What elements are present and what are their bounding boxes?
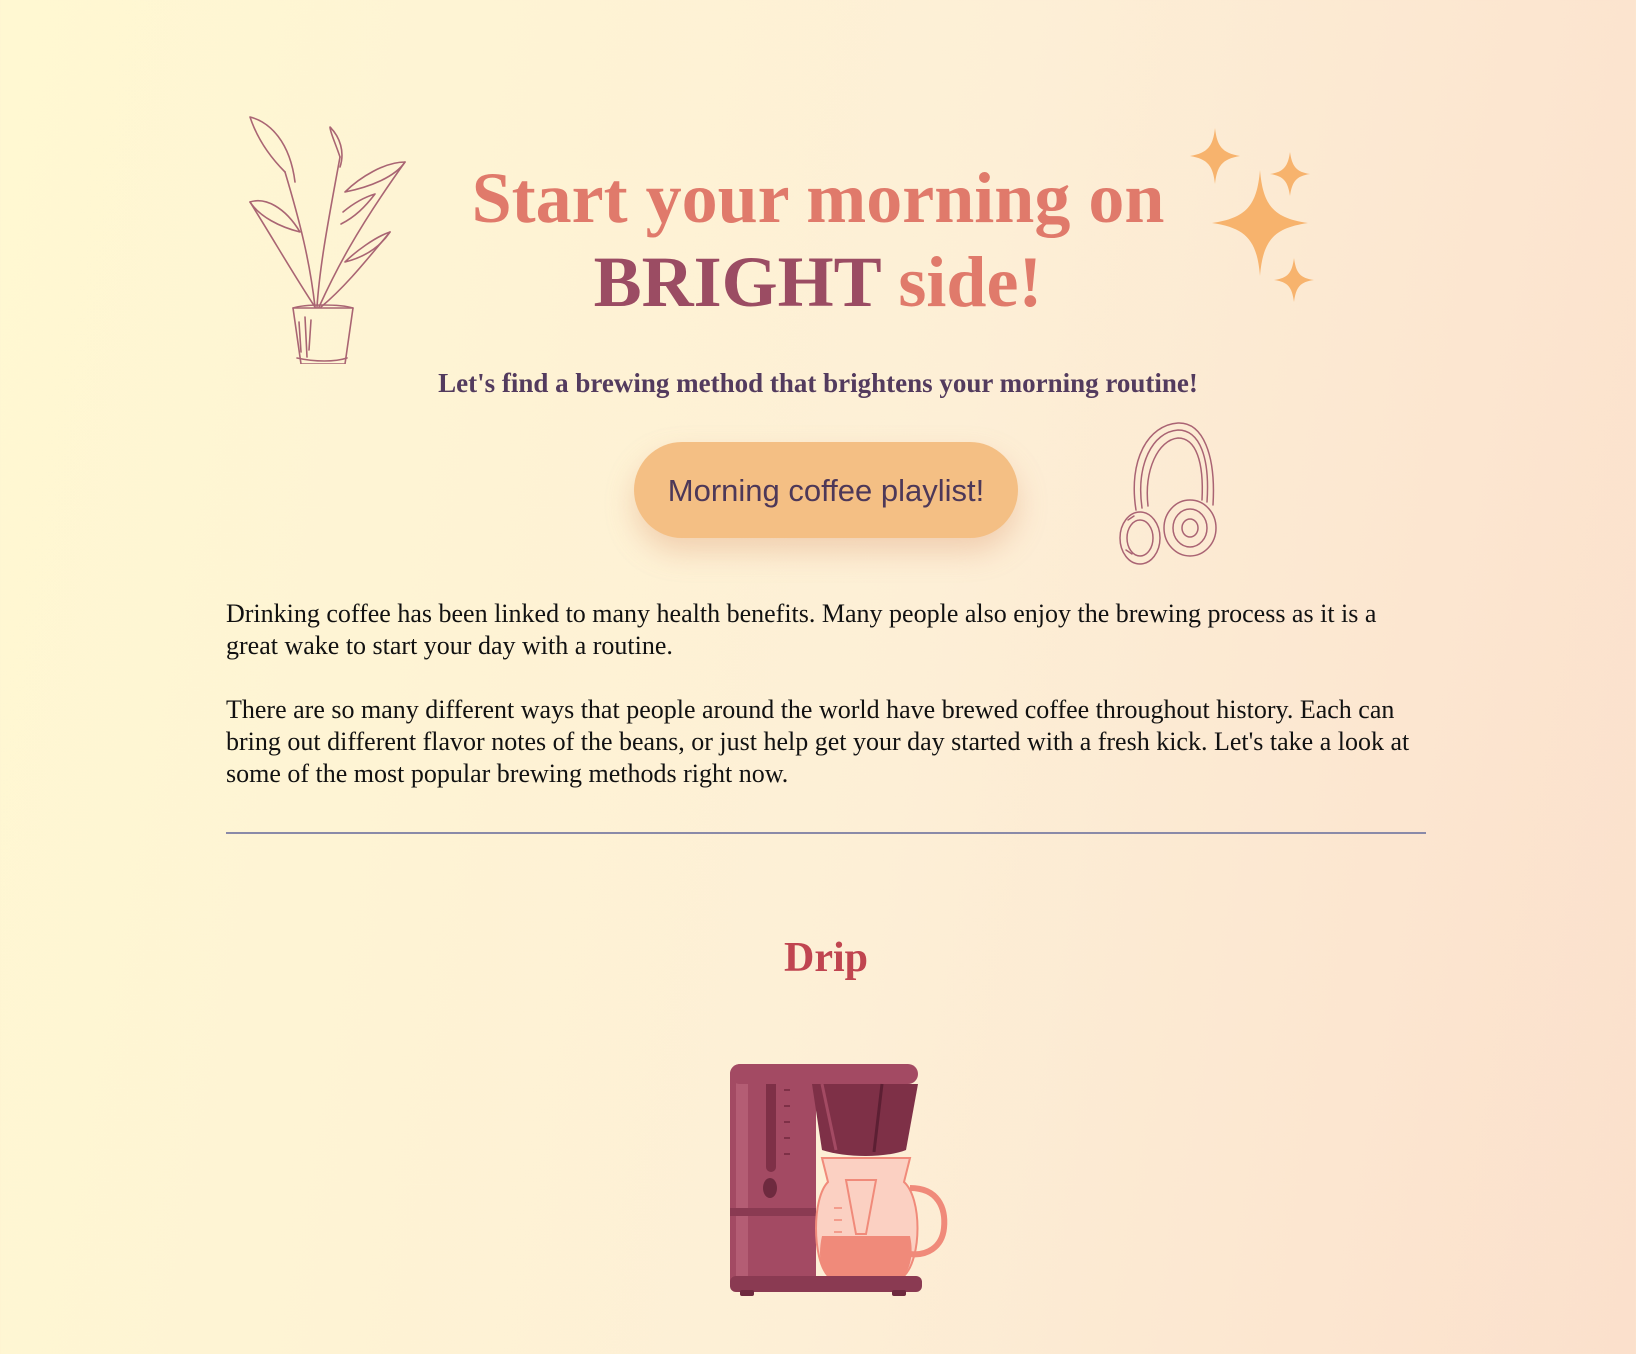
page-title: Start your morning on BRIGHT side! — [400, 156, 1236, 324]
page: Start your morning on BRIGHT side! Let's… — [0, 0, 1636, 1354]
title-part1: Start your morning on — [471, 158, 1165, 238]
coffee-maker-icon — [730, 1064, 948, 1296]
subtitle: Let's find a brewing method that brighte… — [438, 368, 1198, 398]
title-part2: side! — [898, 242, 1043, 322]
divider — [226, 832, 1426, 834]
intro-text: Drinking coffee has been linked to many … — [226, 598, 1426, 822]
intro-paragraph: There are so many different ways that pe… — [226, 695, 1410, 788]
playlist-button[interactable]: Morning coffee playlist! — [634, 442, 1018, 538]
headphones-icon — [1119, 422, 1217, 565]
title-bright: BRIGHT — [593, 242, 881, 322]
plant-icon — [249, 116, 406, 364]
section-title-drip: Drip — [784, 935, 868, 981]
intro-paragraph: Drinking coffee has been linked to many … — [226, 599, 1377, 660]
